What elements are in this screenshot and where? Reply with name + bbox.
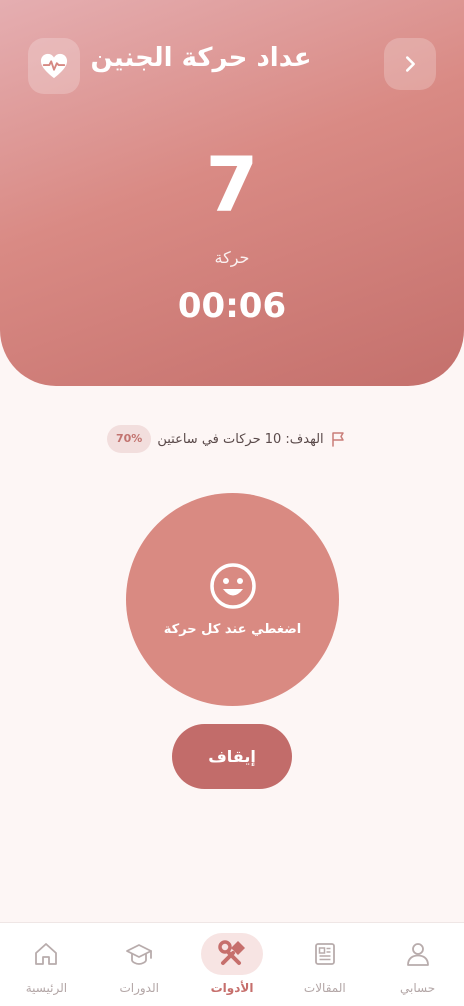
movement-count: 7 — [205, 140, 259, 229]
heart-badge — [28, 38, 80, 94]
counter-header: عداد حركة الجنين 7 حركة 00:06 — [0, 0, 464, 386]
goal-progress-badge: 70% — [107, 425, 152, 453]
nav-label: حسابي — [400, 981, 436, 995]
nav-item-profile[interactable]: حسابي — [371, 923, 464, 1006]
tap-movement-button[interactable]: اضغطي عند كل حركة — [126, 493, 339, 706]
elapsed-timer: 00:06 — [177, 286, 287, 326]
nav-item-home[interactable]: الرئيسية — [0, 923, 93, 1006]
stop-button[interactable]: إيقاف — [172, 724, 292, 789]
nav-item-courses[interactable]: الدورات — [93, 923, 186, 1006]
home-icon — [35, 943, 58, 965]
page-title: عداد حركة الجنين — [90, 43, 312, 73]
smile-icon — [209, 563, 256, 609]
goal-text: الهدف: 10 حركات في ساعتين — [157, 431, 324, 447]
tools-icon — [218, 940, 246, 965]
user-icon — [406, 943, 429, 966]
bottom-nav: حسابي المقالات الأدوات الدورات الرئيسية — [0, 922, 464, 1006]
newspaper-icon — [314, 943, 335, 965]
nav-item-articles[interactable]: المقالات — [278, 923, 371, 1006]
heartbeat-icon — [40, 53, 68, 79]
nav-label: الرئيسية — [25, 981, 68, 995]
tap-button-label: اضغطي عند كل حركة — [163, 622, 302, 637]
flag-icon — [331, 432, 344, 447]
goal-row: الهدف: 10 حركات في ساعتين 70% — [107, 424, 346, 454]
nav-label: الأدوات — [210, 981, 254, 995]
movement-count-label: حركة — [214, 248, 250, 267]
back-button[interactable] — [384, 38, 436, 90]
graduation-cap-icon — [126, 944, 153, 965]
chevron-right-icon — [405, 56, 415, 72]
nav-item-tools[interactable]: الأدوات — [186, 923, 279, 1006]
nav-label: الدورات — [119, 981, 159, 995]
nav-label: المقالات — [303, 981, 346, 995]
